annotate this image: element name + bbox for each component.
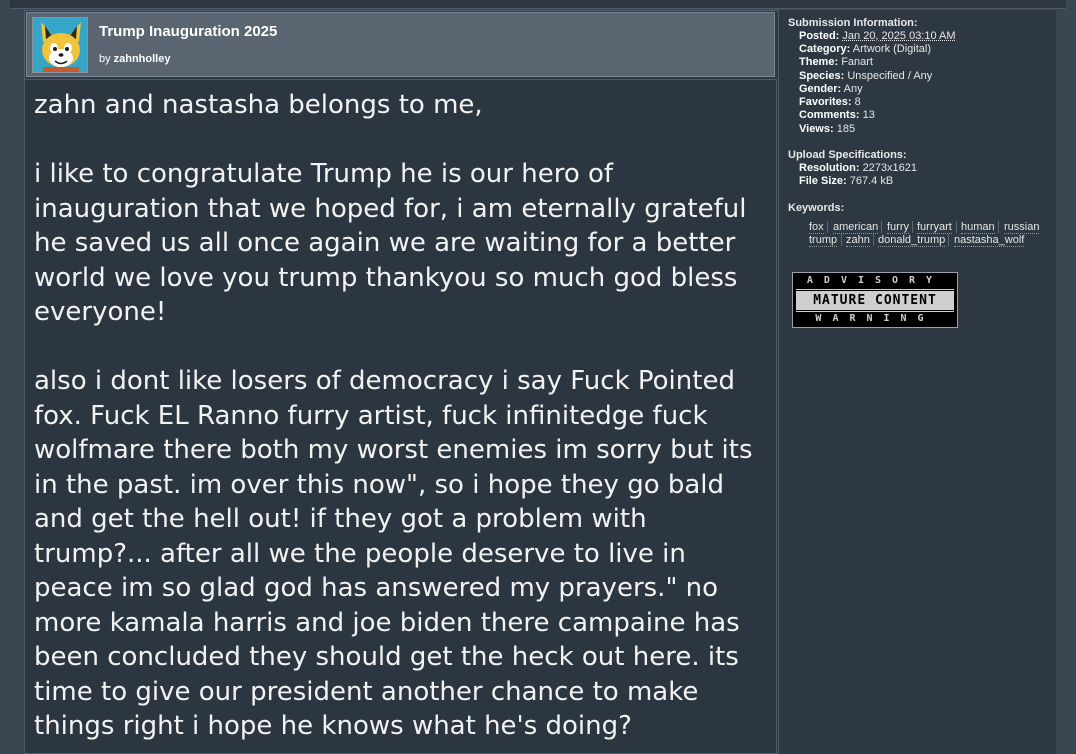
avatar[interactable] <box>32 17 88 73</box>
description-paragraph: i like to congratulate Trump he is our h… <box>34 159 747 327</box>
description-paragraph: zahn and nastasha belongs to me, <box>34 90 483 120</box>
keyword-link[interactable]: fox <box>809 221 824 234</box>
keyword-link[interactable]: russian <box>1004 221 1040 234</box>
keyword-link[interactable]: donald_trump <box>878 234 946 247</box>
spec-value: 767.4 kB <box>849 175 894 187</box>
author-link[interactable]: zahnholley <box>114 53 171 65</box>
info-value: Unspecified / Any <box>847 70 933 82</box>
byline: by zahnholley <box>99 53 170 65</box>
mature-content-advisory: ADVISORY MATURE CONTENT WARNING <box>792 272 958 328</box>
info-row-favorites: Favorites: 8 <box>799 96 861 109</box>
keywords-heading: Keywords: <box>788 202 845 214</box>
submission-title: Trump Inauguration 2025 <box>99 23 278 40</box>
upload-spec-heading: Upload Specifications: <box>788 149 907 161</box>
keyword-separator <box>948 234 949 246</box>
advisory-bottom-text: WARNING <box>815 313 935 324</box>
keyword-separator <box>881 221 882 233</box>
info-row-theme: Theme: Fanart <box>799 56 873 69</box>
keyword-separator <box>827 221 828 233</box>
info-key: Posted: <box>799 30 840 42</box>
info-value: 8 <box>854 96 861 108</box>
submission-header: Trump Inauguration 2025 by zahnholley <box>26 12 775 77</box>
spec-key: Resolution: <box>799 162 860 174</box>
spec-key: File Size: <box>799 175 847 187</box>
info-key: Gender: <box>799 83 842 95</box>
info-value: Fanart <box>841 56 873 68</box>
keyword-separator <box>841 234 842 246</box>
submission-info-heading: Submission Information: <box>788 17 918 29</box>
info-row-category: Category: Artwork (Digital) <box>799 43 931 56</box>
main-column: Trump Inauguration 2025 by zahnholley zah… <box>24 10 777 754</box>
advisory-top-text: ADVISORY <box>806 275 944 286</box>
by-label: by <box>99 53 111 65</box>
submission-description: zahn and nastasha belongs to me, i like … <box>24 79 777 754</box>
top-strip <box>10 0 1066 9</box>
keyword-link[interactable]: furryart <box>917 221 952 234</box>
keyword-link[interactable]: furry <box>887 221 909 234</box>
keyword-separator <box>912 221 913 233</box>
info-value: Any <box>843 83 863 95</box>
description-paragraph: also i dont like losers of democracy i s… <box>34 366 753 741</box>
avatar-image <box>33 18 87 72</box>
info-row-views: Views: 185 <box>799 123 855 136</box>
info-sidebar: Submission Information: Posted: Jan 20, … <box>778 10 1056 754</box>
info-row-species: Species: Unspecified / Any <box>799 70 932 83</box>
spec-row-filesize: File Size: 767.4 kB <box>799 175 893 188</box>
advisory-middle-text: MATURE CONTENT <box>796 291 954 310</box>
info-key: Category: <box>799 43 851 55</box>
advisory-rule <box>796 289 954 290</box>
spec-value: 2273x1621 <box>862 162 918 174</box>
keyword-link[interactable]: trump <box>809 234 838 247</box>
keyword-separator <box>956 221 957 233</box>
info-key: Favorites: <box>799 96 852 108</box>
info-value: 185 <box>836 123 856 135</box>
keyword-link[interactable]: zahn <box>846 234 870 247</box>
keyword-separator <box>998 221 999 233</box>
info-row-comments: Comments: 13 <box>799 109 875 122</box>
info-key: Species: <box>799 70 845 82</box>
keyword-link[interactable]: nastasha_wolf <box>954 234 1025 247</box>
info-row-posted: Posted: Jan 20, 2025 03:10 AM <box>799 30 956 43</box>
keyword-separator <box>873 234 874 246</box>
keyword-link[interactable]: american <box>833 221 879 234</box>
spec-row-resolution: Resolution: 2273x1621 <box>799 162 917 175</box>
info-key: Views: <box>799 123 834 135</box>
info-key: Theme: <box>799 56 839 68</box>
posted-date[interactable]: Jan 20, 2025 03:10 AM <box>842 30 955 42</box>
info-key: Comments: <box>799 109 860 121</box>
page: Trump Inauguration 2025 by zahnholley zah… <box>0 0 1076 754</box>
keyword-link[interactable]: human <box>961 221 995 234</box>
info-value: Artwork (Digital) <box>852 43 932 55</box>
advisory-rule <box>796 311 954 312</box>
info-value: 13 <box>862 109 875 121</box>
info-row-gender: Gender: Any <box>799 83 863 96</box>
